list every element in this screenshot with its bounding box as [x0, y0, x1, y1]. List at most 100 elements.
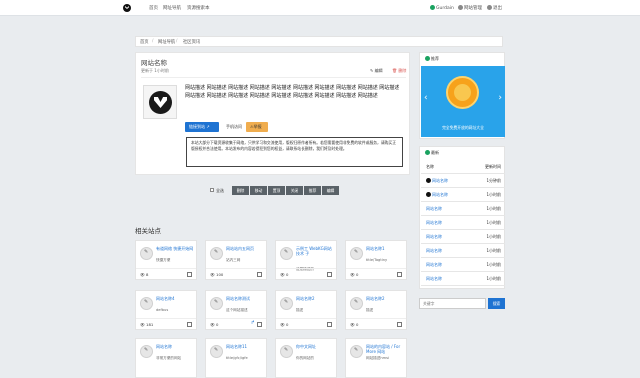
- card-name[interactable]: 有道网络 快捷开始网: [156, 246, 196, 251]
- user-icon: [430, 5, 435, 10]
- card-checkbox[interactable]: [257, 272, 262, 277]
- action-edit[interactable]: 编辑: [322, 186, 339, 195]
- action-top[interactable]: 置顶: [268, 186, 285, 195]
- table-row[interactable]: 网站名称 1小时前: [421, 216, 505, 230]
- updated-time: 更新于 1小时前: [141, 68, 169, 73]
- related-card[interactable]: 示例工 WebKG网站 技术 子 这是描述的 👁 0: [275, 240, 337, 280]
- search-button[interactable]: 搜索: [488, 298, 505, 309]
- logo-icon[interactable]: [123, 4, 131, 12]
- table-row[interactable]: 网站名称 1小时前: [421, 272, 505, 286]
- admin-link[interactable]: 网站管理: [458, 5, 482, 11]
- edit-icon: [140, 345, 153, 358]
- card-checkbox[interactable]: [327, 322, 332, 327]
- card-sub: 描述: [296, 308, 304, 312]
- card-sub: 这个网站描述: [226, 308, 248, 312]
- related-card[interactable]: 网站名称11 title/gfc/igfe: [205, 338, 267, 378]
- action-close[interactable]: 关闭: [286, 186, 303, 195]
- card-name[interactable]: 网站名称: [156, 344, 196, 349]
- table-header: 名称 更新时间: [421, 160, 505, 174]
- card-name[interactable]: 网站名称2: [366, 296, 406, 301]
- card-checkbox[interactable]: [397, 322, 402, 327]
- table-row[interactable]: 网站名称 1小时前: [421, 188, 505, 202]
- related-card[interactable]: 网站名称1 title/Tagtiny 👁 0: [345, 240, 407, 280]
- card-sub: 站内三网: [226, 258, 241, 262]
- edit-button[interactable]: ✎ 编辑: [370, 68, 383, 74]
- card-name[interactable]: 网站名称4: [156, 296, 196, 301]
- delete-button[interactable]: 🗑 删除: [392, 68, 406, 74]
- card-name[interactable]: 网站名称2: [296, 296, 336, 301]
- select-all-label: 全选: [216, 188, 224, 193]
- view-count: 👁 0: [280, 322, 289, 327]
- orange-icon: [446, 76, 479, 109]
- table-row[interactable]: 网站名称 1小时前: [421, 230, 505, 244]
- card-name[interactable]: 示例工 WebKG网站 技术 子: [296, 246, 336, 256]
- promo-banner[interactable]: ‹ › 完全免费开放的网址大全: [421, 66, 505, 137]
- card-checkbox[interactable]: [257, 322, 262, 327]
- card-sub: 你的网站的: [296, 356, 314, 360]
- list-icon: [425, 150, 430, 155]
- user-menu[interactable]: Gurdain: [430, 5, 454, 11]
- view-count: 👁 181: [140, 322, 154, 327]
- related-card[interactable]: 网站名称2 描述 👁 0: [275, 290, 337, 330]
- nav-link-resources[interactable]: 资源搜索本: [187, 5, 210, 11]
- divider: [141, 77, 406, 78]
- nav-link-directory[interactable]: 网址导航: [163, 5, 181, 11]
- view-count: 👁 0: [350, 322, 359, 327]
- card-name[interactable]: 你中文网址: [296, 344, 336, 349]
- wolf-logo-icon: [149, 91, 172, 114]
- edit-icon: [210, 297, 223, 310]
- card-sub: defbus: [156, 308, 169, 312]
- ranking-panel: 最新 名称 更新时间 网站名称 1分钟前 网站名称 1小时前 网站名称 1小时前 网站…: [419, 146, 505, 289]
- table-row[interactable]: 网站名称 1分钟前: [421, 174, 505, 188]
- search-input[interactable]: [419, 298, 486, 309]
- related-card[interactable]: 网站站内五网页 站内三网 👁 100: [205, 240, 267, 280]
- breadcrumb-directory[interactable]: 网址导航: [158, 39, 175, 45]
- related-card[interactable]: 网站名称 非常方便的网站: [135, 338, 197, 378]
- card-sub: title/Tagtiny: [366, 258, 388, 262]
- logout-link[interactable]: 退出: [487, 5, 502, 11]
- edit-icon: [350, 297, 363, 310]
- edit-icon: [140, 247, 153, 260]
- action-move[interactable]: 移动: [250, 186, 267, 195]
- mobile-access-button[interactable]: 手机访问: [222, 122, 244, 132]
- prev-arrow-icon[interactable]: ‹: [424, 93, 428, 103]
- related-card[interactable]: 你中文网址 你的网站的: [275, 338, 337, 378]
- edit-icon: [350, 345, 363, 358]
- table-row[interactable]: 网站名称 1小时前: [421, 258, 505, 272]
- card-checkbox[interactable]: [187, 272, 192, 277]
- edit-icon: [280, 345, 293, 358]
- related-card[interactable]: 有道网络 快捷开始网 快捷方便 👁 8: [135, 240, 197, 280]
- action-delete[interactable]: 删除: [232, 186, 249, 195]
- ranking-table: 名称 更新时间 网站名称 1分钟前 网站名称 1小时前 网站名称 1小时前 网站名称 1…: [421, 160, 505, 286]
- card-name[interactable]: 网站名称1: [366, 246, 406, 251]
- related-card[interactable]: 网站名称2 描述 👁 0: [345, 290, 407, 330]
- share-icon[interactable]: ↱: [251, 320, 255, 326]
- next-arrow-icon[interactable]: ›: [498, 93, 502, 103]
- card-sub: 快捷方便: [156, 258, 171, 262]
- card-name[interactable]: 网站的内容站 / For More 网站: [366, 344, 406, 354]
- related-sites-title: 相关站点: [135, 227, 161, 235]
- related-card[interactable]: 网站名称4 defbus 👁 181: [135, 290, 197, 330]
- card-name[interactable]: 网站名称测试: [226, 296, 266, 301]
- card-name[interactable]: 网站站内五网页: [226, 246, 266, 251]
- visit-site-button[interactable]: 链接到站 ↗: [185, 122, 219, 132]
- action-recommend[interactable]: 推荐: [304, 186, 321, 195]
- ranking-heading: 最新: [425, 150, 439, 156]
- edit-icon: [210, 345, 223, 358]
- card-checkbox[interactable]: [187, 322, 192, 327]
- edit-icon: [280, 297, 293, 310]
- disclaimer-notice: 本站大部分下载资源收集于网络，只供学习和交流使用，版权归原作者所有。若您需要使用…: [186, 137, 403, 167]
- select-all-checkbox[interactable]: [210, 188, 214, 192]
- nav-link-home[interactable]: 首页: [149, 5, 158, 11]
- card-checkbox[interactable]: [397, 272, 402, 277]
- star-icon: [425, 56, 430, 61]
- card-checkbox[interactable]: [327, 272, 332, 277]
- table-row[interactable]: 网站名称 1小时前: [421, 244, 505, 258]
- related-card[interactable]: 网站的内容站 / For More 网站 网站描述hmsi: [345, 338, 407, 378]
- related-card[interactable]: 网站名称测试 这个网站描述 👁 0 ↱: [205, 290, 267, 330]
- breadcrumb-home[interactable]: 首页: [140, 39, 149, 45]
- top-navbar: 首页 网址导航 资源搜索本 Gurdain 网站管理 退出: [0, 0, 640, 16]
- report-button[interactable]: ⚠举报: [246, 122, 268, 132]
- table-row[interactable]: 网站名称 1小时前: [421, 202, 505, 216]
- card-name[interactable]: 网站名称11: [226, 344, 266, 349]
